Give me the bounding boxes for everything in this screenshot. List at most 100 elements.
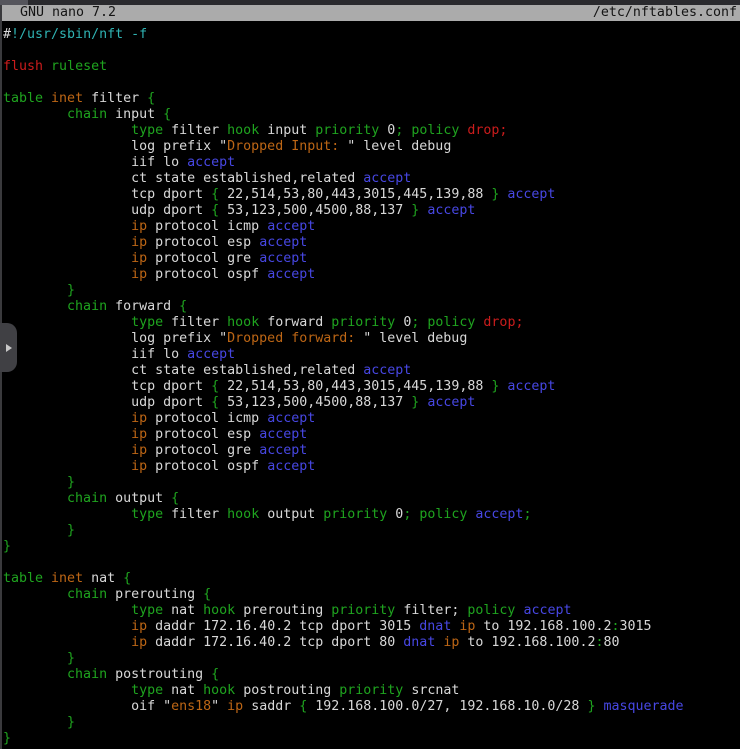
- code-line: }: [3, 523, 740, 539]
- code-line: ct state established,related accept: [3, 171, 740, 187]
- code-token: {: [171, 491, 179, 506]
- code-token: accept: [427, 203, 475, 218]
- code-token: protocol ospf: [147, 459, 267, 474]
- code-token: [3, 651, 67, 666]
- control-bar-handle[interactable]: [0, 323, 17, 372]
- code-line: tcp dport { 22,514,53,80,443,3015,445,13…: [3, 187, 740, 203]
- code-token: accept: [507, 379, 555, 394]
- code-line: ip protocol icmp accept: [3, 411, 740, 427]
- code-token: 0: [395, 315, 411, 330]
- code-token: log prefix ": [3, 139, 227, 154]
- code-line: }: [3, 539, 740, 555]
- code-token: ens18: [171, 699, 211, 714]
- code-line: chain input {: [3, 107, 740, 123]
- code-token: filter: [83, 91, 147, 106]
- code-line: chain postrouting {: [3, 667, 740, 683]
- code-token: [3, 427, 131, 442]
- code-token: [3, 507, 131, 522]
- code-token: saddr: [243, 699, 299, 714]
- code-line: type filter hook input priority 0; polic…: [3, 123, 740, 139]
- code-line: tcp dport { 22,514,53,80,443,3015,445,13…: [3, 379, 740, 395]
- code-token: tcp dport: [3, 379, 211, 394]
- code-token: [3, 491, 67, 506]
- code-token: accept: [267, 411, 315, 426]
- code-line: ip protocol esp accept: [3, 235, 740, 251]
- code-token: priority: [315, 123, 379, 138]
- code-token: accept: [187, 155, 235, 170]
- code-token: flush: [3, 59, 43, 74]
- code-token: [3, 123, 131, 138]
- code-token: drop;: [467, 123, 507, 138]
- code-token: chain: [67, 667, 107, 682]
- code-token: filter: [163, 507, 227, 522]
- code-token: [3, 459, 131, 474]
- code-token: }: [67, 523, 75, 538]
- code-token: protocol gre: [147, 251, 259, 266]
- code-token: #: [3, 27, 11, 42]
- code-line: type nat hook prerouting priority filter…: [3, 603, 740, 619]
- code-token: priority: [331, 315, 395, 330]
- expand-arrow-icon: [6, 344, 12, 352]
- code-line: udp dport { 53,123,500,4500,88,137 } acc…: [3, 203, 740, 219]
- code-token: policy: [411, 123, 459, 138]
- code-token: [3, 443, 131, 458]
- code-token: [3, 587, 67, 602]
- code-token: Dropped Input:: [227, 139, 347, 154]
- code-token: ;: [523, 507, 531, 522]
- code-line: ip protocol esp accept: [3, 427, 740, 443]
- code-token: ct state established,related: [3, 363, 363, 378]
- code-token: }: [67, 283, 75, 298]
- editor-area[interactable]: #!/usr/sbin/nft -fflush rulesettable ine…: [2, 21, 740, 749]
- code-token: dnat: [419, 619, 451, 634]
- code-token: nat: [163, 603, 203, 618]
- code-token: ip: [131, 635, 147, 650]
- code-token: {: [147, 91, 155, 106]
- code-token: chain: [67, 587, 107, 602]
- code-token: daddr 172.16.40.2 tcp dport 80: [147, 635, 403, 650]
- code-token: {: [211, 187, 219, 202]
- code-token: udp dport: [3, 203, 211, 218]
- code-token: filter;: [395, 603, 467, 618]
- code-token: table: [3, 91, 43, 106]
- code-line: oif "ens18" ip saddr { 192.168.100.0/27,…: [3, 699, 740, 715]
- code-token: filter: [163, 315, 227, 330]
- code-token: iif lo: [3, 347, 187, 362]
- code-token: protocol ospf: [147, 267, 267, 282]
- code-token: accept: [363, 363, 411, 378]
- code-token: prerouting: [235, 603, 331, 618]
- code-token: accept: [267, 219, 315, 234]
- code-token: filter: [163, 123, 227, 138]
- code-token: " level debug: [363, 331, 467, 346]
- code-token: accept: [259, 235, 307, 250]
- code-token: 80: [603, 635, 619, 650]
- code-token: [43, 571, 51, 586]
- code-token: accept: [363, 171, 411, 186]
- code-token: policy: [427, 315, 475, 330]
- code-line: ip protocol ospf accept: [3, 459, 740, 475]
- code-token: [3, 635, 131, 650]
- code-token: udp dport: [3, 395, 211, 410]
- code-token: accept: [187, 347, 235, 362]
- code-token: chain: [67, 491, 107, 506]
- code-token: [3, 235, 131, 250]
- code-token: [43, 59, 51, 74]
- code-token: {: [211, 667, 219, 682]
- code-token: inet: [51, 571, 83, 586]
- code-token: hook: [203, 683, 235, 698]
- code-token: 53,123,500,4500,88,137: [219, 395, 411, 410]
- code-token: ip: [131, 251, 147, 266]
- code-token: ct state established,related: [3, 171, 363, 186]
- code-token: accept: [427, 395, 475, 410]
- code-token: nat: [163, 683, 203, 698]
- code-token: forward: [107, 299, 179, 314]
- code-line: ip protocol icmp accept: [3, 219, 740, 235]
- code-token: tcp dport: [3, 187, 211, 202]
- code-line: ip protocol ospf accept: [3, 267, 740, 283]
- code-token: priority: [339, 683, 403, 698]
- code-token: ip: [131, 219, 147, 234]
- code-token: [3, 715, 67, 730]
- code-token: protocol esp: [147, 427, 259, 442]
- code-token: srcnat: [403, 683, 459, 698]
- code-token: [3, 603, 131, 618]
- code-token: accept: [267, 459, 315, 474]
